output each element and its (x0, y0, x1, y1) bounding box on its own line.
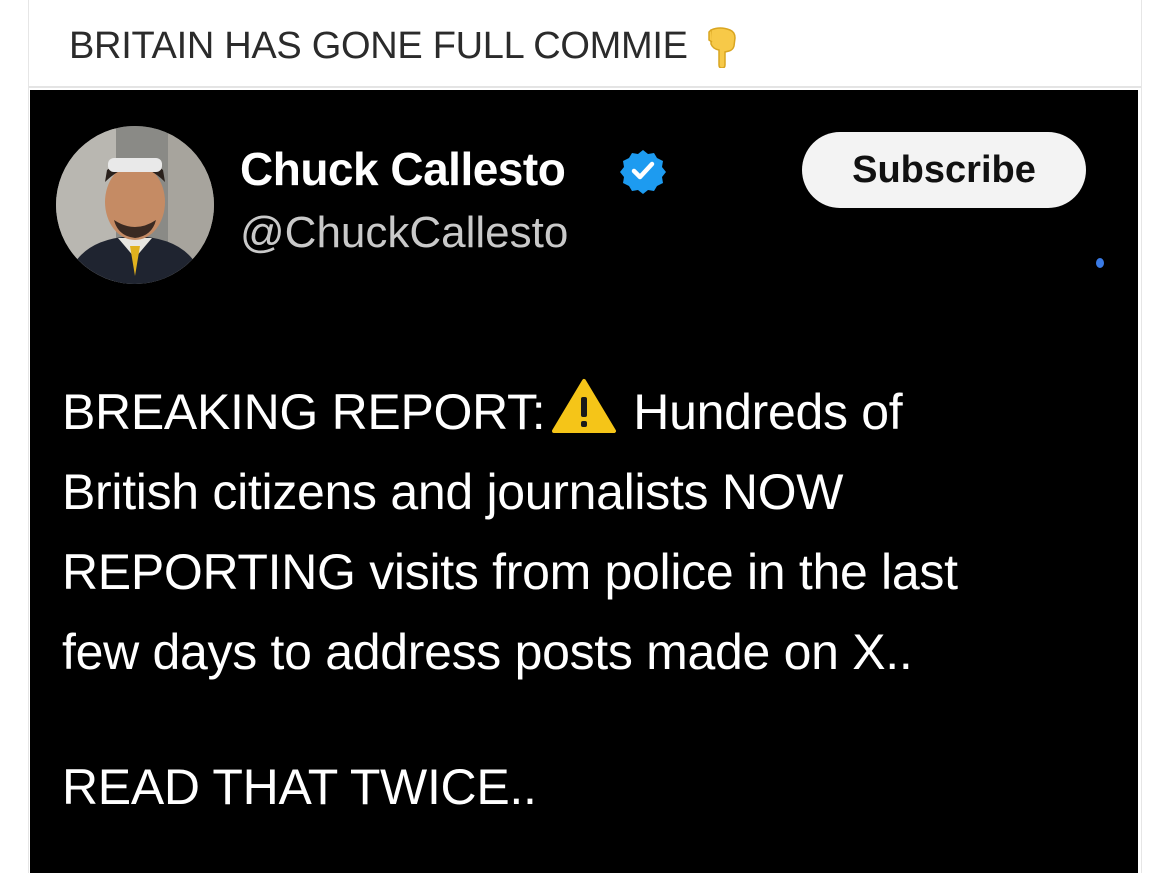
avatar-photo (56, 126, 214, 284)
tweet-line-prefix: BREAKING REPORT: (62, 384, 546, 440)
post-title-text: BRITAIN HAS GONE FULL COMMIE (69, 24, 688, 67)
tweet-line-suffix: Hundreds of (633, 384, 903, 440)
unread-dot (1096, 258, 1104, 268)
subscribe-button[interactable]: Subscribe (802, 132, 1086, 208)
verified-badge-icon (620, 150, 666, 194)
pointing-down-icon (707, 27, 736, 68)
tweet-line: BREAKING REPORT: Hundreds of (62, 372, 1122, 452)
tweet-line: British citizens and journalists NOW (62, 464, 844, 520)
title-divider (29, 86, 1141, 88)
author-name[interactable]: Chuck Callesto (240, 142, 566, 196)
tweet-line: few days to address posts made on X.. (62, 624, 913, 680)
tweet-text: BREAKING REPORT: Hundreds of British cit… (62, 372, 1122, 692)
tweet-line: REPORTING visits from police in the last (62, 544, 958, 600)
avatar[interactable] (56, 126, 214, 284)
tweet-closing-line: READ THAT TWICE.. (62, 759, 537, 815)
warning-icon (552, 379, 617, 433)
author-handle[interactable]: @ChuckCallesto (240, 208, 568, 258)
post-title: BRITAIN HAS GONE FULL COMMIE (69, 24, 738, 68)
